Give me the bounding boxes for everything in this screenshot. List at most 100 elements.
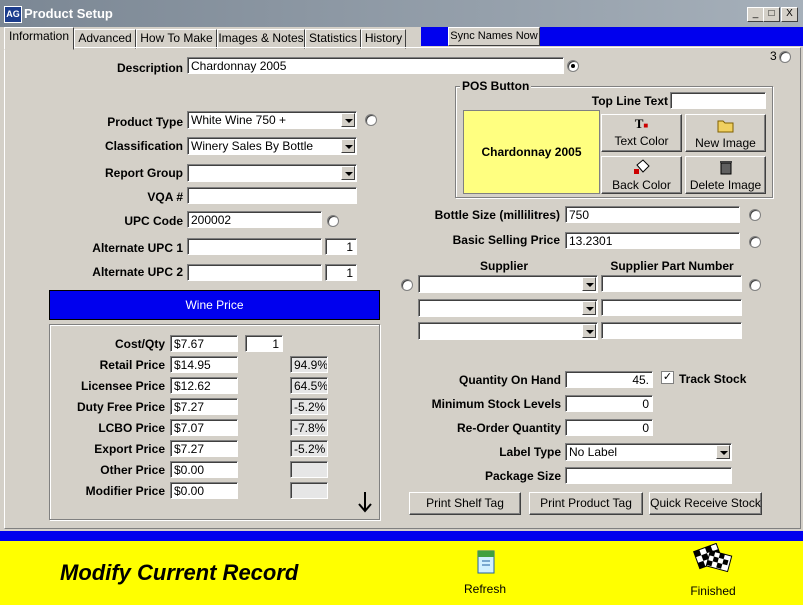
checkered-flag-icon: [693, 542, 733, 573]
product-type-select[interactable]: White Wine 750 +: [187, 111, 357, 129]
reorder-label: Re-Order Quantity: [456, 421, 561, 435]
refresh-button[interactable]: Refresh: [460, 547, 510, 596]
product-type-label: Product Type: [107, 115, 183, 129]
alt-upc2-qty[interactable]: 1: [325, 264, 357, 281]
supplier-part-header: Supplier Part Number: [610, 259, 734, 273]
status-bar: [0, 531, 803, 541]
new-image-button[interactable]: New Image: [685, 114, 766, 152]
refresh-icon: [477, 550, 495, 574]
export-pct-field: -5.2%: [290, 440, 328, 457]
supplier-radio-right[interactable]: [749, 279, 761, 291]
chevron-down-icon[interactable]: [341, 113, 355, 127]
sync-names-button[interactable]: Sync Names Now: [448, 27, 540, 46]
description-field[interactable]: Chardonnay 2005: [187, 57, 564, 74]
bottle-size-field[interactable]: 750: [565, 206, 740, 223]
min-stock-label: Minimum Stock Levels: [431, 397, 561, 411]
new-image-label: New Image: [695, 136, 756, 150]
supplier-part-field-3[interactable]: [601, 322, 742, 339]
close-button[interactable]: X: [781, 7, 798, 22]
bottle-size-label: Bottle Size (millilitres): [434, 208, 560, 222]
description-label: Description: [116, 61, 183, 75]
classification-label: Classification: [104, 139, 183, 153]
track-stock-checkbox[interactable]: ✓: [661, 371, 674, 384]
chevron-down-icon[interactable]: [716, 445, 730, 459]
other-price-field[interactable]: $0.00: [170, 461, 238, 478]
bottle-size-radio[interactable]: [749, 209, 761, 221]
supplier-part-field-1[interactable]: [601, 275, 742, 292]
finished-label: Finished: [690, 584, 736, 598]
chevron-down-icon[interactable]: [582, 324, 596, 338]
min-stock-field[interactable]: 0: [565, 395, 653, 412]
vqa-label: VQA #: [147, 190, 183, 204]
label-type-label: Label Type: [499, 445, 561, 459]
delete-image-label: Delete Image: [689, 178, 762, 192]
alt-upc2-field[interactable]: [187, 264, 322, 281]
back-color-label: Back Color: [612, 178, 671, 192]
tab-information[interactable]: Information: [4, 27, 74, 50]
quick-receive-stock-button[interactable]: Quick Receive Stock: [649, 492, 762, 515]
tab-statistics[interactable]: Statistics: [305, 29, 361, 49]
pos-button-preview[interactable]: Chardonnay 2005: [463, 110, 600, 194]
upc-radio[interactable]: [327, 215, 339, 227]
lcbo-price-field[interactable]: $7.07: [170, 419, 238, 436]
mode-label: Modify Current Record: [60, 560, 299, 585]
supplier-select-3[interactable]: [418, 322, 598, 340]
package-size-field[interactable]: [565, 467, 732, 484]
chevron-down-icon[interactable]: [341, 166, 355, 180]
chevron-down-icon[interactable]: [582, 277, 596, 291]
print-shelf-tag-button[interactable]: Print Shelf Tag: [409, 492, 521, 515]
modifier-pct-field: [290, 482, 328, 499]
chevron-down-icon[interactable]: [341, 139, 355, 153]
duty-free-price-field[interactable]: $7.27: [170, 398, 238, 415]
qoh-field[interactable]: 45.: [565, 371, 653, 388]
corner-radio[interactable]: [779, 51, 791, 63]
title-bar: AG Product Setup _ □ X: [0, 0, 803, 27]
arrow-down-icon[interactable]: [356, 490, 374, 514]
modifier-price-field[interactable]: $0.00: [170, 482, 238, 499]
tab-images-notes[interactable]: Images & Notes: [217, 29, 305, 49]
package-size-label: Package Size: [484, 469, 561, 483]
delete-image-button[interactable]: Delete Image: [685, 156, 766, 194]
top-line-field[interactable]: [670, 92, 766, 109]
label-type-select[interactable]: No Label: [565, 443, 732, 461]
supplier-part-field-2[interactable]: [601, 299, 742, 316]
vqa-field[interactable]: [187, 187, 357, 204]
licensee-price-field[interactable]: $12.62: [170, 377, 238, 394]
product-type-radio[interactable]: [365, 114, 377, 126]
trash-icon: [719, 161, 732, 175]
finished-button[interactable]: Finished: [685, 542, 741, 598]
export-price-field[interactable]: $7.27: [170, 440, 238, 457]
basic-price-field[interactable]: 13.2301: [565, 232, 740, 249]
licensee-pct-field: 64.5%: [290, 377, 328, 394]
chevron-down-icon[interactable]: [582, 301, 596, 315]
tab-advanced[interactable]: Advanced: [74, 29, 136, 49]
corner-label: 3: [770, 49, 777, 63]
alt-upc1-qty[interactable]: 1: [325, 238, 357, 255]
upc-field[interactable]: 200002: [187, 211, 322, 228]
wine-price-header[interactable]: Wine Price: [49, 290, 380, 320]
tab-history[interactable]: History: [361, 29, 406, 49]
tab-how-to-make[interactable]: How To Make: [136, 29, 217, 49]
description-radio[interactable]: [567, 60, 579, 72]
basic-price-radio[interactable]: [749, 236, 761, 248]
retail-pct-field: 94.9%: [290, 356, 328, 373]
pos-button-group-label: POS Button: [460, 79, 532, 93]
supplier-select-2[interactable]: [418, 299, 598, 317]
minimize-button[interactable]: _: [747, 7, 764, 22]
report-group-select[interactable]: [187, 164, 357, 182]
print-product-tag-button[interactable]: Print Product Tag: [529, 492, 643, 515]
alt-upc2-label: Alternate UPC 2: [92, 265, 183, 279]
text-color-button[interactable]: T■ Text Color: [601, 114, 682, 152]
alt-upc1-field[interactable]: [187, 238, 322, 255]
back-color-button[interactable]: Back Color: [601, 156, 682, 194]
reorder-field[interactable]: 0: [565, 419, 653, 436]
text-color-icon: T■: [634, 116, 649, 131]
supplier-select-1[interactable]: [418, 275, 598, 293]
paint-bucket-icon: [633, 159, 650, 174]
supplier-radio-left[interactable]: [401, 279, 413, 291]
classification-select[interactable]: Winery Sales By Bottle: [187, 137, 357, 155]
retail-price-field[interactable]: $14.95: [170, 356, 238, 373]
maximize-button[interactable]: □: [763, 7, 780, 22]
cost-field[interactable]: $7.67: [170, 335, 238, 352]
cost-qty-field[interactable]: 1: [245, 335, 283, 352]
